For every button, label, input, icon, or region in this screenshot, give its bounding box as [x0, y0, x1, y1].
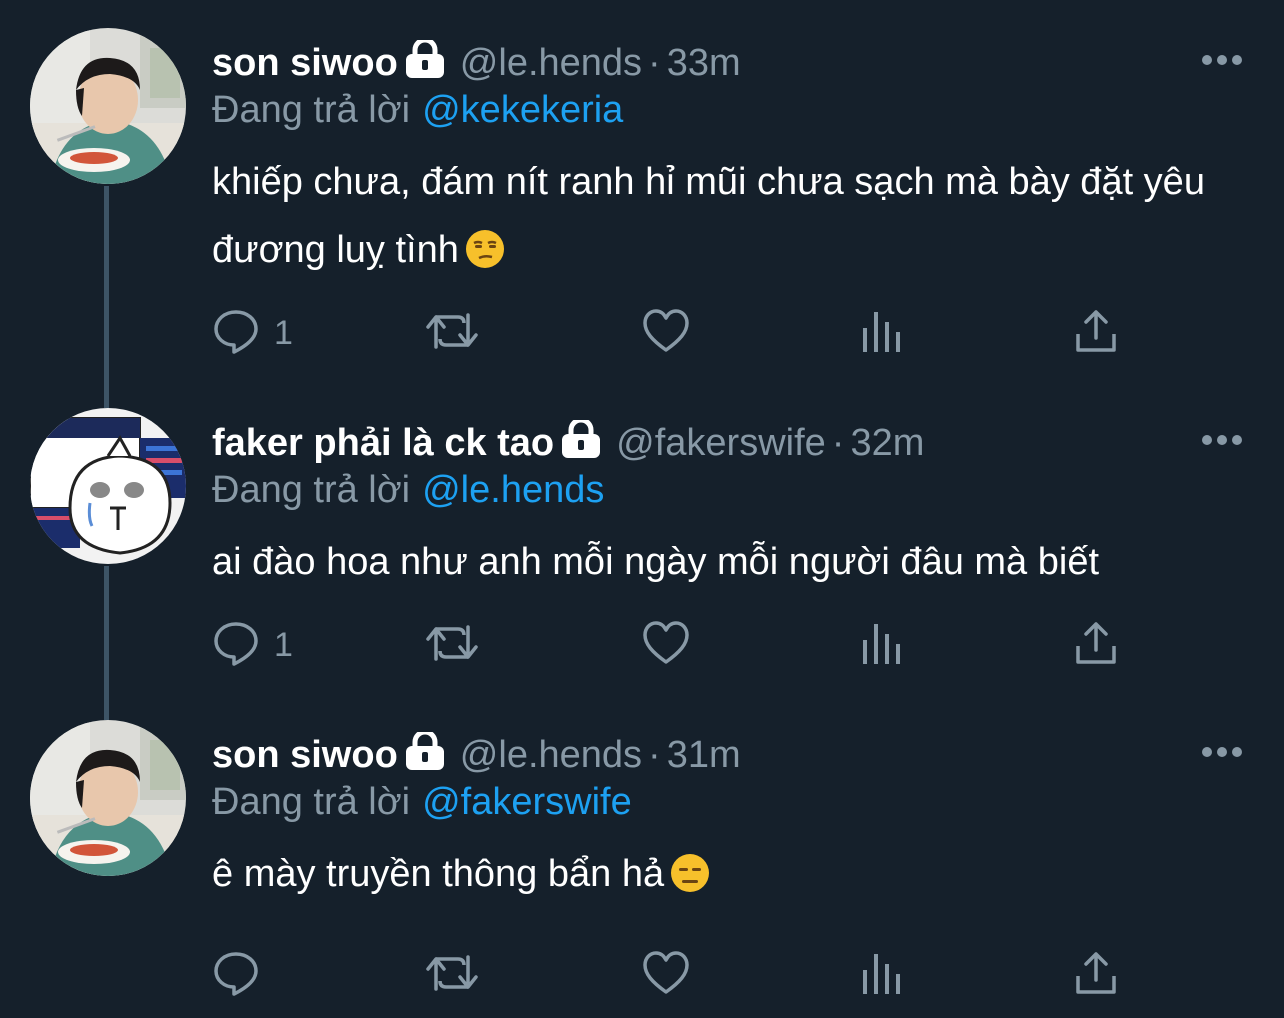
heart-icon — [642, 950, 690, 1001]
timestamp[interactable]: 31m — [667, 734, 741, 776]
share-button[interactable] — [1074, 308, 1118, 358]
tweet-header: son siwoo @le.hends · 33m — [212, 37, 741, 88]
retweet-icon — [424, 619, 480, 672]
tweet-body: khiếp chưa, đám nít ranh hỉ mũi chưa sạc… — [212, 161, 1205, 271]
retweet-icon — [424, 949, 480, 1002]
tweet-actions: 1 — [212, 308, 1132, 358]
display-name[interactable]: faker phải là ck tao — [212, 422, 554, 464]
reply-button[interactable] — [212, 950, 274, 1000]
more-dots-icon[interactable] — [1200, 50, 1244, 70]
analytics-button[interactable] — [860, 950, 902, 1000]
analytics-icon — [860, 950, 902, 1001]
tweet-text: khiếp chưa, đám nít ranh hỉ mũi chưa sạc… — [212, 148, 1252, 291]
tweet-header: son siwoo @le.hends · 31m — [212, 729, 741, 780]
tweet-body: ê mày truyền thông bẩn hả — [212, 853, 665, 895]
user-handle[interactable]: @le.hends — [460, 734, 642, 776]
reply-bubble-icon — [212, 949, 260, 1002]
timestamp[interactable]: 32m — [850, 422, 924, 464]
tweet-text: ê mày truyền thông bẩn hả — [212, 840, 1252, 915]
user-avatar[interactable] — [30, 28, 186, 184]
user-avatar[interactable] — [30, 720, 186, 876]
retweet-button[interactable] — [424, 950, 480, 1000]
retweet-button[interactable] — [424, 620, 480, 670]
tweet-header: faker phải là ck tao @fakerswife · 32m — [212, 417, 924, 468]
photo-boy-eating-avatar — [30, 720, 186, 876]
share-icon — [1074, 950, 1118, 1001]
user-handle[interactable]: @fakerswife — [616, 422, 826, 464]
retweet-button[interactable] — [424, 308, 480, 358]
reply-count: 1 — [274, 625, 293, 664]
share-icon — [1074, 620, 1118, 671]
lock-icon — [404, 37, 446, 88]
reply-button[interactable]: 1 — [212, 308, 293, 358]
tweet-actions: 1 — [212, 620, 1132, 670]
reply-mention-link[interactable]: @kekekeria — [422, 89, 623, 131]
user-avatar[interactable] — [30, 408, 186, 564]
reply-count: 1 — [274, 313, 293, 352]
reply-mention-link[interactable]: @le.hends — [422, 469, 604, 511]
separator-dot: · — [648, 42, 661, 84]
share-button[interactable] — [1074, 950, 1118, 1000]
more-dots-icon[interactable] — [1200, 742, 1244, 762]
cartoon-crying-avatar — [30, 408, 186, 564]
expressionless-face-icon — [670, 847, 710, 915]
photo-boy-eating-avatar — [30, 28, 186, 184]
analytics-button[interactable] — [860, 620, 902, 670]
share-button[interactable] — [1074, 620, 1118, 670]
heart-icon — [642, 620, 690, 671]
display-name[interactable]: son siwoo — [212, 734, 398, 776]
tweet[interactable]: son siwoo @le.hends · 31m Đang trả lời @fake… — [0, 692, 1284, 1018]
reply-bubble-icon — [212, 307, 260, 360]
analytics-icon — [860, 620, 902, 671]
separator-dot: · — [648, 734, 661, 776]
tweet[interactable]: son siwoo @le.hends · 33m Đang trả lời @keke… — [0, 0, 1284, 380]
retweet-icon — [424, 307, 480, 360]
reply-context: Đang trả lời @kekekeria — [212, 88, 623, 132]
share-icon — [1074, 308, 1118, 359]
heart-icon — [642, 308, 690, 359]
reply-prefix: Đang trả lời — [212, 89, 411, 131]
tweet[interactable]: faker phải là ck tao @fakerswife · 32m Đang… — [0, 380, 1284, 700]
reply-context: Đang trả lời @le.hends — [212, 468, 604, 512]
reply-bubble-icon — [212, 619, 260, 672]
reply-button[interactable]: 1 — [212, 620, 293, 670]
tweet-body: ai đào hoa như anh mỗi ngày mỗi người đâ… — [212, 541, 1100, 583]
reply-prefix: Đang trả lời — [212, 469, 411, 511]
tweet-actions — [212, 950, 1132, 1000]
lock-icon — [560, 417, 602, 468]
separator-dot: · — [831, 422, 845, 464]
unamused-face-icon — [465, 223, 505, 291]
like-button[interactable] — [642, 308, 690, 358]
reply-prefix: Đang trả lời — [212, 781, 411, 823]
lock-icon — [404, 729, 446, 780]
more-dots-icon[interactable] — [1200, 430, 1244, 450]
reply-mention-link[interactable]: @fakerswife — [422, 781, 632, 823]
tweet-thread: son siwoo @le.hends · 33m Đang trả lời @keke… — [0, 0, 1284, 1018]
like-button[interactable] — [642, 950, 690, 1000]
tweet-text: ai đào hoa như anh mỗi ngày mỗi người đâ… — [212, 528, 1252, 596]
analytics-button[interactable] — [860, 308, 902, 358]
timestamp[interactable]: 33m — [667, 42, 741, 84]
like-button[interactable] — [642, 620, 690, 670]
reply-context: Đang trả lời @fakerswife — [212, 780, 632, 824]
display-name[interactable]: son siwoo — [212, 42, 398, 84]
analytics-icon — [860, 308, 902, 359]
user-handle[interactable]: @le.hends — [460, 42, 642, 84]
